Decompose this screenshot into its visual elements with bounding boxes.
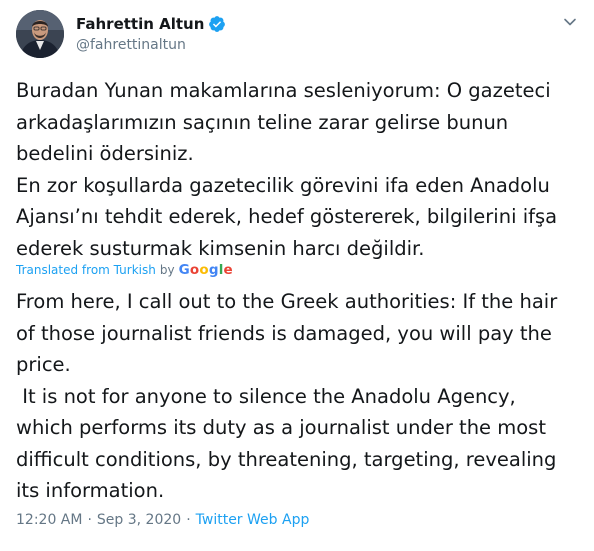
tweet-original-text: Buradan Yunan makamlarına sesleniyorum: … (16, 79, 558, 260)
avatar[interactable] (16, 10, 64, 58)
meta-separator: · (186, 512, 191, 528)
tweet-time[interactable]: 12:20 AM (16, 512, 82, 528)
tweet-source-link[interactable]: Twitter Web App (196, 512, 310, 528)
translation-by-text: by (159, 263, 175, 277)
author-name-row: Fahrettin Altun (76, 14, 226, 34)
translated-from-link[interactable]: Translated from Turkish (16, 263, 156, 277)
chevron-down-icon[interactable] (562, 14, 578, 30)
verified-badge-icon (209, 16, 226, 32)
author-name[interactable]: Fahrettin Altun (76, 15, 204, 33)
tweet-metadata: 12:20 AM · Sep 3, 2020 · Twitter Web App (16, 512, 309, 528)
author-handle[interactable]: @fahrettinaltun (76, 37, 186, 53)
tweet-card: Fahrettin Altun @fahrettinaltun Buradan … (0, 0, 594, 551)
google-logo: Google (178, 262, 233, 278)
meta-separator: · (87, 512, 92, 528)
avatar-image (16, 10, 64, 58)
tweet-translated-text: From here, I call out to the Greek autho… (16, 290, 558, 502)
translation-attribution: Translated from Turkish by Google (16, 261, 233, 279)
tweet-date[interactable]: Sep 3, 2020 (97, 512, 181, 528)
